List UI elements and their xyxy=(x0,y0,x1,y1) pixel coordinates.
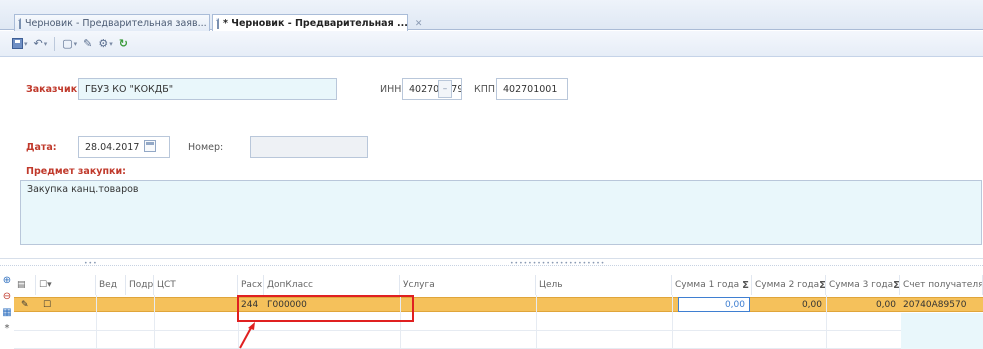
account-cell-empty xyxy=(901,331,983,349)
col-usluga[interactable]: Услуга xyxy=(400,275,536,295)
toolbar: ▾ ↶ ▾ ▢ ▾ ✎ ⚙ ▾ ↻ xyxy=(0,31,983,57)
checkbox-icon: ☐▾ xyxy=(39,280,52,290)
lines-grid: ••• ••••••••••••••••••••• ⊕ ⊖ ▦ * ▤ ☐▾ В… xyxy=(0,258,983,349)
asterisk-icon[interactable]: * xyxy=(1,323,13,335)
cell-sum2[interactable]: 0,00 xyxy=(752,298,826,311)
date-value: 28.04.2017 xyxy=(85,141,140,153)
customer-field[interactable]: ГБУЗ КО "КОКДБ" xyxy=(78,78,337,100)
table-row[interactable]: ✎ ☐ 244 Г000000 0,00 0,00 0,00 20740А895… xyxy=(14,297,983,312)
cell-sum3[interactable]: 0,00 xyxy=(826,298,900,311)
tool-icon: ⚙ xyxy=(98,37,109,50)
row-checkbox[interactable]: ☐ xyxy=(40,298,56,311)
tab-label: * Черновик - Предварительная ... xyxy=(223,18,408,29)
annotation-arrow-icon xyxy=(239,322,255,349)
col-podr[interactable]: Подр xyxy=(126,275,154,295)
row-edit-icon[interactable]: ✎ xyxy=(18,298,36,311)
kpp-field[interactable]: 402701001 xyxy=(496,78,568,100)
empty-row[interactable] xyxy=(14,313,983,331)
save-button[interactable]: ▾ xyxy=(10,35,30,53)
grid-side-tools: ⊕ ⊖ ▦ * xyxy=(0,273,14,349)
col-account[interactable]: Счет получателя xyxy=(900,275,983,295)
table-icon[interactable]: ▦ xyxy=(1,307,13,319)
splitter-handle[interactable]: ••••••••••••••••••••• xyxy=(510,260,605,267)
column-divider xyxy=(536,295,537,349)
document-icon xyxy=(18,17,21,29)
date-field[interactable]: 28.04.2017 xyxy=(78,136,170,158)
close-icon[interactable]: ✕ xyxy=(415,19,423,29)
subject-label: Предмет закупки: xyxy=(26,166,126,177)
tab-label: Черновик - Предварительная заяв... xyxy=(25,17,207,29)
grid-settings-header[interactable]: ▤ xyxy=(14,275,36,295)
tool-button[interactable]: ⚙ ▾ xyxy=(96,35,114,53)
grid-drag-strip: ••• ••••••••••••••••••••• xyxy=(0,259,983,267)
splitter-handle[interactable]: ••• xyxy=(84,260,98,267)
tab-bar: Черновик - Предварительная заяв... ✕ * Ч… xyxy=(0,0,983,32)
chevron-down-icon: ▾ xyxy=(109,39,113,48)
col-sum1[interactable]: Сумма 1 года Σ xyxy=(672,275,752,295)
new-icon: ▢ xyxy=(62,37,73,50)
save-icon xyxy=(12,38,23,49)
col-cel[interactable]: Цель xyxy=(536,275,672,295)
col-sum2[interactable]: Сумма 2 года Σ xyxy=(752,275,826,295)
chevron-down-icon: ▾ xyxy=(24,39,28,48)
inn-label: ИНН: xyxy=(380,84,405,95)
request-form: Заказчик: ГБУЗ КО "КОКДБ" ИНН: 402702279… xyxy=(0,58,983,349)
col-sum3[interactable]: Сумма 3 года Σ xyxy=(826,275,900,295)
col-ved[interactable]: Вед xyxy=(96,275,126,295)
col-sum2-label: Сумма 2 года xyxy=(755,280,820,290)
document-icon xyxy=(216,18,219,29)
toolbar-divider xyxy=(54,36,56,51)
col-sum1-label: Сумма 1 года xyxy=(675,280,740,290)
add-row-icon[interactable]: ⊕ xyxy=(1,275,13,287)
chevron-down-icon: ▾ xyxy=(43,39,48,48)
subject-textarea[interactable]: Закупка канц.товаров xyxy=(20,180,982,245)
dash-icon: – xyxy=(442,84,448,94)
cell-account[interactable]: 20740А89570 xyxy=(900,298,983,311)
account-cell-empty xyxy=(901,313,983,331)
tab-draft-1[interactable]: Черновик - Предварительная заяв... ✕ xyxy=(14,14,221,31)
cell-sum1[interactable]: 0,00 xyxy=(678,297,750,312)
column-divider xyxy=(826,295,827,349)
edit-button[interactable]: ✎ xyxy=(81,35,94,53)
date-label: Дата: xyxy=(26,142,57,153)
sigma-icon: Σ xyxy=(742,279,749,291)
undo-icon: ↶ xyxy=(33,37,43,50)
refresh-button[interactable]: ↻ xyxy=(117,35,130,53)
tab-draft-2[interactable]: * Черновик - Предварительная ... ✕ xyxy=(212,14,422,32)
number-field[interactable] xyxy=(250,136,368,158)
grid-settings-icon: ▤ xyxy=(17,280,26,290)
inn-dropdown-button[interactable]: – xyxy=(438,80,452,98)
delete-row-icon[interactable]: ⊖ xyxy=(1,291,13,303)
inn-field[interactable]: 4027022792 xyxy=(402,78,462,100)
column-divider xyxy=(154,295,155,349)
sigma-icon: Σ xyxy=(819,279,826,291)
sigma-icon: Σ xyxy=(893,279,900,291)
empty-row[interactable] xyxy=(14,331,983,349)
annotation-highlight-box xyxy=(237,295,414,322)
select-all-header[interactable]: ☐▾ xyxy=(36,275,96,295)
column-divider xyxy=(96,295,97,349)
col-dopklass[interactable]: ДопКласс xyxy=(264,275,400,295)
new-button[interactable]: ▢ ▾ xyxy=(60,35,79,53)
edit-icon: ✎ xyxy=(83,37,93,50)
kpp-label: КПП: xyxy=(474,84,499,95)
column-divider xyxy=(672,295,673,349)
undo-button[interactable]: ↶ ▾ xyxy=(32,35,50,53)
number-label: Номер: xyxy=(188,142,224,153)
col-cst[interactable]: ЦСТ xyxy=(154,275,238,295)
customer-label: Заказчик: xyxy=(26,84,81,95)
refresh-icon: ↻ xyxy=(118,37,128,50)
col-rash[interactable]: Расх xyxy=(238,275,264,295)
col-sum3-label: Сумма 3 года xyxy=(829,280,894,290)
calendar-icon[interactable] xyxy=(144,140,156,152)
chevron-down-icon: ▾ xyxy=(73,39,78,48)
